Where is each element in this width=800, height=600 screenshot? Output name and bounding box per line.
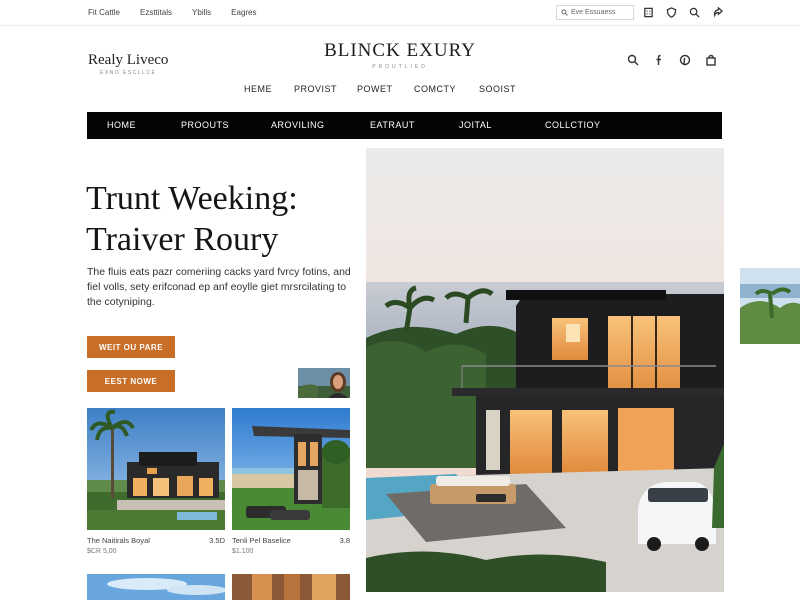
main-nav: HOME PROOUTS AROVILING EATRAUT JOITAL CO… <box>87 112 722 139</box>
main-nav-item[interactable]: AROVILING <box>271 120 325 130</box>
hero-description: The fluis eats pazr comeriing cacks yard… <box>87 266 351 308</box>
main-nav-item[interactable]: HOME <box>107 120 136 130</box>
share-icon[interactable] <box>711 6 724 19</box>
secondary-nav-item[interactable]: COMCTY <box>414 84 479 94</box>
search-icon <box>561 9 568 16</box>
shopping-bag-icon[interactable] <box>704 53 717 66</box>
main-nav-item[interactable]: EATRAUT <box>370 120 415 130</box>
secondary-nav-item[interactable]: POWET <box>357 84 414 94</box>
utility-link-2[interactable]: Ezsttitals <box>140 8 172 17</box>
property-image[interactable] <box>232 408 350 530</box>
pinterest-icon[interactable] <box>678 53 691 66</box>
property-price: $1.100 <box>232 548 254 555</box>
property-card[interactable]: Tenli Pel Baselice 3.8 $1.100 <box>232 408 350 555</box>
property-title[interactable]: Tenli Pel Baselice <box>232 536 291 545</box>
logo-name: Realy Liveco <box>88 52 169 68</box>
main-nav-item[interactable]: COLLCTIOY <box>545 120 601 130</box>
secondary-nav-item[interactable]: SOOIST <box>479 84 529 94</box>
property-image[interactable] <box>87 408 225 530</box>
property-title[interactable]: The Naitirals Boyal <box>87 536 150 545</box>
search-input[interactable]: Eve Essuaess <box>556 5 634 20</box>
shield-icon[interactable] <box>665 6 678 19</box>
hero-title-line-1: Trunt Weeking: <box>86 180 298 217</box>
secondary-nav-item[interactable]: PROVIST <box>294 84 357 94</box>
utility-links: Fit Cattle Ezsttitals Ybills Eagres <box>88 8 257 17</box>
utility-link-4[interactable]: Eagres <box>231 8 256 17</box>
utility-link-3[interactable]: Ybills <box>192 8 211 17</box>
brand-wordmark[interactable]: BLINCK EXURY PROUTLIED <box>300 40 500 70</box>
property-price: $CR 5,00 <box>87 548 117 555</box>
search-placeholder: Eve Essuaess <box>571 9 616 16</box>
secondary-nav: HEME PROVIST POWET COMCTY SOOIST <box>244 84 529 94</box>
hero-title-line-2: Traiver Roury <box>86 221 279 258</box>
property-image[interactable] <box>232 574 350 600</box>
brand-subtitle: PROUTLIED <box>372 64 428 70</box>
property-image[interactable] <box>87 574 225 600</box>
brand-title: BLINCK EXURY <box>324 40 476 61</box>
secondary-nav-item[interactable]: HEME <box>244 84 294 94</box>
main-nav-item[interactable]: JOITAL <box>459 120 492 130</box>
utility-bar: Fit Cattle Ezsttitals Ybills Eagres Eve … <box>0 0 800 26</box>
utility-link-1[interactable]: Fit Cattle <box>88 8 120 17</box>
best-now-button[interactable]: EEST NOWE <box>87 370 175 392</box>
search-icon[interactable] <box>626 53 639 66</box>
search-icon[interactable] <box>688 6 701 19</box>
side-preview-image[interactable] <box>740 268 800 344</box>
property-rating: 3.8 <box>339 536 350 545</box>
hero-title: Trunt Weeking: Traiver Roury <box>86 178 356 260</box>
logo-tagline: EXNO ESCLLCE <box>100 70 157 76</box>
property-card[interactable]: The Naitirals Boyal 3.5D $CR 5,00 <box>87 408 225 555</box>
visit-button[interactable]: WEIT OU PARE <box>87 336 175 358</box>
header-actions <box>626 53 717 66</box>
property-rating: 3.5D <box>209 536 225 545</box>
site-logo[interactable]: Realy Liveco EXNO ESCLLCE <box>88 52 168 76</box>
agent-portrait[interactable] <box>298 368 350 398</box>
main-nav-item[interactable]: PROOUTS <box>181 120 229 130</box>
facebook-icon[interactable] <box>652 53 665 66</box>
building-icon[interactable] <box>642 6 655 19</box>
hero-image[interactable] <box>366 148 724 592</box>
